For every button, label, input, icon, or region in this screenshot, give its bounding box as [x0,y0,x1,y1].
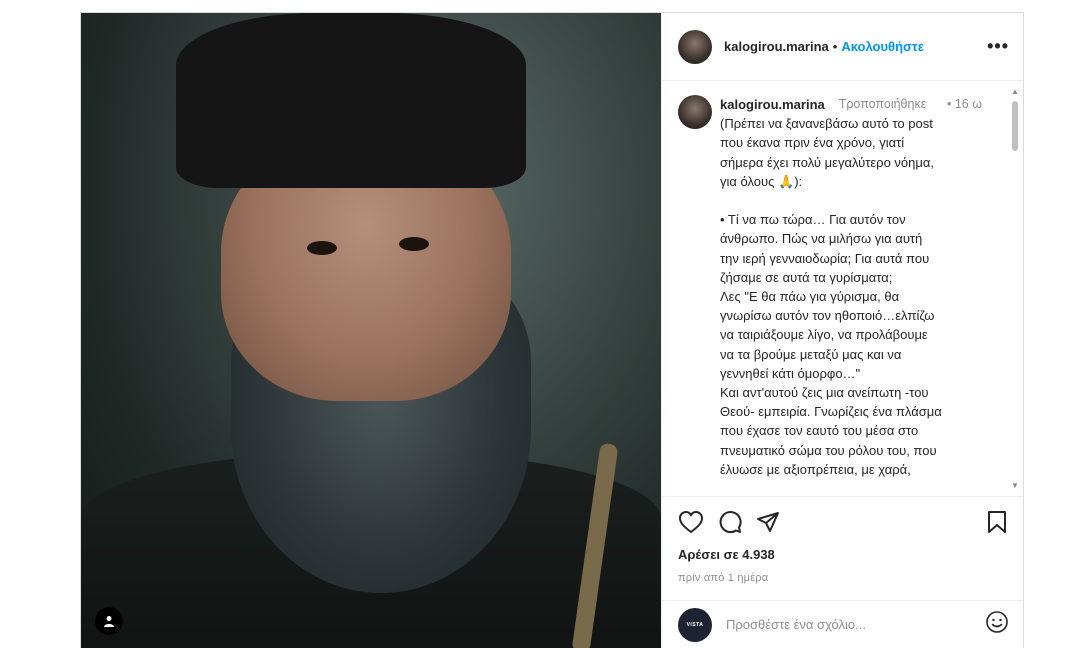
author-avatar[interactable] [678,29,712,64]
action-icons [678,509,1007,535]
scroll-down-arrow-icon[interactable]: ▼ [1011,481,1019,490]
header-separator: • [832,39,838,54]
caption-username[interactable]: kalogirou.marina [720,95,830,114]
smiley-icon [986,611,1008,633]
post-sidebar: kalogirou.marina • Ακολουθήστε ••• kalog… [661,13,1023,648]
paper-plane-icon [757,512,779,532]
photo-hat [176,13,526,188]
caption-edited-label: Τροποποιήθηκε [838,97,927,111]
post-photo[interactable] [81,13,661,648]
like-button[interactable] [678,510,704,534]
follow-button[interactable]: Ακολουθήστε [841,39,924,54]
scroll-up-arrow-icon[interactable]: ▲ [1011,87,1019,96]
caption-time[interactable]: 16 ω [955,97,982,111]
caption-header: kalogirou.marina Τροποποιήθηκε • 16 ω [720,95,982,114]
comments-area[interactable]: kalogirou.marina Τροποποιήθηκε • 16 ω (Π… [662,81,1023,496]
comment-button[interactable] [718,510,742,534]
caption-avatar[interactable] [678,95,712,129]
heart-icon [678,510,704,534]
tagged-users-button[interactable] [95,607,123,635]
caption-time-wrap: • 16 ω [935,95,982,114]
comment-input[interactable] [726,617,977,632]
caption-body: kalogirou.marina Τροποποιήθηκε • 16 ω (Π… [720,95,982,479]
more-options-button[interactable]: ••• [987,36,1009,57]
likes-count[interactable]: Αρέσει σε 4.938 [678,547,1007,562]
post-timestamp[interactable]: πριν από 1 ημέρα [678,572,1007,584]
emoji-button[interactable] [985,610,1009,639]
caption: kalogirou.marina Τροποποιήθηκε • 16 ω (Π… [678,95,995,479]
bookmark-icon [988,511,1006,533]
caption-separator: • [946,97,952,111]
photo-eye-left [307,241,337,255]
author-username[interactable]: kalogirou.marina [724,39,829,54]
post-actions: Αρέσει σε 4.938 πριν από 1 ημέρα [662,496,1023,600]
post-modal: kalogirou.marina • Ακολουθήστε ••• kalog… [80,12,1024,648]
add-comment-bar: VISTA [662,600,1023,648]
scroll-thumb[interactable] [1012,101,1018,151]
commenter-avatar: VISTA [678,607,712,642]
comments-scrollbar[interactable]: ▲ ▼ [1009,81,1021,496]
caption-text: (Πρέπει να ξανανεβάσω αυτό το post που έ… [720,116,942,477]
comment-icon [719,511,742,534]
post-header: kalogirou.marina • Ακολουθήστε ••• [662,13,1023,81]
user-icon [104,616,114,627]
save-button[interactable] [987,510,1007,534]
share-button[interactable] [756,510,780,534]
photo-eye-right [399,237,429,251]
